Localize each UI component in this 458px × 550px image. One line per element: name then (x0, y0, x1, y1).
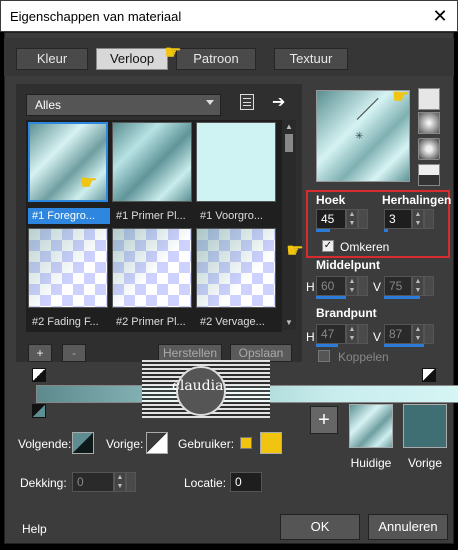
following-swatch[interactable] (72, 432, 94, 454)
category-dropdown[interactable]: Alles (26, 94, 221, 116)
angle-stepper[interactable]: ▲ ▼ (346, 209, 358, 229)
invert-label: Omkeren (340, 240, 390, 254)
center-h-input[interactable]: 60 (316, 276, 346, 296)
tab-textuur[interactable]: Textuur (274, 48, 348, 70)
focal-v-stepper[interactable]: ▲ ▼ (412, 324, 424, 344)
help-link[interactable]: Help (22, 522, 47, 536)
start-color-stop-top[interactable] (32, 368, 46, 382)
center-h-label: H (306, 280, 315, 294)
linear-style-button[interactable] (418, 88, 440, 110)
gallery-thumb-3[interactable] (196, 122, 276, 202)
previous-stop-swatch[interactable] (146, 432, 168, 454)
following-label: Volgende: (18, 437, 72, 451)
gallery-thumb-4[interactable] (28, 228, 108, 308)
center-v-dropdown[interactable] (424, 276, 434, 296)
repeats-input[interactable]: 3 (384, 209, 412, 229)
repeats-label: Herhalingen (382, 193, 452, 207)
invert-checkbox[interactable]: ✓ (322, 240, 334, 252)
gallery-thumb-2[interactable] (112, 122, 192, 202)
focal-v-input[interactable]: 87 (384, 324, 412, 344)
location-input[interactable]: 0 (230, 472, 262, 492)
focal-h-stepper[interactable]: ▲ ▼ (346, 324, 358, 344)
close-icon[interactable]: ✕ (428, 4, 452, 28)
focal-label: Brandpunt (316, 306, 377, 320)
center-h-dropdown[interactable] (358, 276, 368, 296)
gallery-label-3: #1 Voorgro... (200, 210, 263, 222)
pointing-hand-icon: ☛ (164, 42, 182, 64)
previous-swatch[interactable] (403, 404, 447, 448)
angle-slider[interactable] (316, 229, 330, 232)
link-checkbox[interactable] (318, 350, 330, 362)
center-h-slider[interactable] (316, 296, 346, 299)
opacity-label: Dekking: (20, 476, 67, 490)
arrow-right-icon[interactable]: ➔ (272, 92, 285, 112)
center-v-label: V (373, 280, 382, 294)
location-label: Locatie: (184, 476, 227, 490)
center-v-input[interactable]: 75 (384, 276, 412, 296)
gallery-label-4: #2 Fading F... (32, 316, 99, 328)
center-h-stepper[interactable]: ▲ ▼ (346, 276, 358, 296)
remove-button[interactable]: - (62, 344, 86, 362)
tab-verloop[interactable]: Verloop (96, 48, 168, 70)
previous-swatch-label: Vorige (407, 456, 443, 470)
sunburst-style-button[interactable] (418, 164, 440, 186)
angle-label: Hoek (316, 193, 346, 207)
current-label: Huidige (350, 456, 392, 470)
focal-h-slider[interactable] (316, 344, 338, 347)
center-v-stepper[interactable]: ▲ ▼ (412, 276, 424, 296)
pointing-hand-icon: ☛ (286, 240, 304, 262)
pointing-hand-icon: ☛ (80, 172, 98, 194)
center-label: Middelpunt (316, 258, 380, 272)
radial-style-button[interactable] (418, 138, 440, 160)
angle-dropdown[interactable] (358, 209, 368, 229)
add-button[interactable]: + (28, 344, 52, 362)
user-label: Gebruiker: (178, 437, 235, 451)
gallery-label-6: #2 Vervage... (200, 316, 265, 328)
tab-patroon[interactable]: Patroon (176, 48, 256, 70)
user-color-swatch[interactable] (260, 432, 282, 454)
ok-button[interactable]: OK (280, 514, 360, 540)
opacity-stepper[interactable]: ▲ ▼ (114, 472, 126, 492)
pointing-hand-icon: ☛ (392, 86, 410, 108)
previous-label: Vorige: (106, 437, 144, 451)
tab-kleur[interactable]: Kleur (16, 48, 88, 70)
user-color-radio[interactable] (240, 437, 252, 449)
gallery-label-2: #1 Primer Pl... (116, 210, 186, 222)
watermark-text: claudia (172, 378, 224, 394)
list-view-icon[interactable] (240, 94, 254, 110)
cancel-button[interactable]: Annuleren (368, 514, 448, 540)
scroll-up-icon[interactable]: ▲ (285, 122, 293, 131)
start-color-stop-bottom[interactable] (32, 404, 46, 418)
focal-v-slider[interactable] (384, 344, 424, 347)
current-swatch[interactable] (349, 404, 393, 448)
repeats-slider[interactable] (384, 229, 388, 232)
add-to-swatches-button[interactable]: + (310, 406, 338, 434)
repeats-dropdown[interactable] (424, 209, 434, 229)
focal-h-input[interactable]: 47 (316, 324, 346, 344)
focal-h-dropdown[interactable] (358, 324, 368, 344)
link-label: Koppelen (338, 350, 389, 364)
gallery-thumb-5[interactable] (112, 228, 192, 308)
chevron-down-icon[interactable] (206, 100, 214, 105)
rectangular-style-button[interactable] (418, 112, 440, 134)
opacity-dropdown[interactable] (126, 472, 136, 492)
angle-input[interactable]: 45 (316, 209, 346, 229)
gallery-scroll-thumb[interactable] (285, 134, 293, 152)
opacity-input[interactable]: 0 (72, 472, 114, 492)
gallery-label-5: #2 Primer Pl... (116, 316, 186, 328)
focal-v-dropdown[interactable] (424, 324, 434, 344)
end-color-stop-top[interactable] (422, 368, 436, 382)
gallery-label-1: #1 Foregro... (28, 208, 110, 224)
gallery-thumb-6[interactable] (196, 228, 276, 308)
window-title: Eigenschappen van materiaal (10, 9, 182, 24)
repeats-stepper[interactable]: ▲ ▼ (412, 209, 424, 229)
center-v-slider[interactable] (384, 296, 420, 299)
focal-v-label: V (373, 330, 382, 344)
scroll-down-icon[interactable]: ▼ (285, 318, 293, 327)
focal-h-label: H (306, 330, 315, 344)
